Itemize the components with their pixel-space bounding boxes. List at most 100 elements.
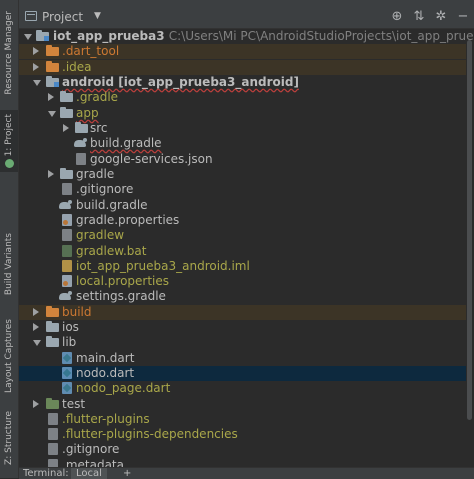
script-file-icon — [62, 229, 72, 241]
tree-item-dart-tool[interactable]: .dart_tool — [19, 44, 470, 59]
tree-item-iml[interactable]: iot_app_prueba3_android.iml — [19, 259, 470, 274]
settings-gear-icon[interactable]: ✲ — [433, 9, 449, 25]
tree-item-label: android [iot_app_prueba3_android] — [62, 75, 299, 89]
tree-item-flutter-plugins-dependencies[interactable]: .flutter-plugins-dependencies — [19, 427, 470, 442]
tree-item-label: iot_app_prueba3 — [53, 29, 165, 43]
tree-item-root-gitignore[interactable]: .gitignore — [19, 442, 470, 457]
collapse-all-icon[interactable]: ⇅ — [411, 9, 427, 25]
hide-minus-icon[interactable]: − — [455, 9, 471, 25]
tree-item-label: .flutter-plugins-dependencies — [62, 427, 238, 441]
side-tab-resource-manager[interactable]: Resource Manager — [0, 11, 18, 95]
tree-item-src[interactable]: src — [19, 121, 470, 136]
side-tab-label: Layout Captures — [4, 319, 14, 393]
side-tab-label: Z: Structure — [4, 411, 14, 465]
tree-item-idea[interactable]: .idea — [19, 60, 470, 75]
project-panel-header: Project ▼ ⊕ ⇅ ✲ − — [19, 6, 474, 29]
file-icon — [48, 459, 58, 467]
tree-item-android-build-gradle[interactable]: build.gradle — [19, 198, 470, 213]
tree-item-nodo-dart[interactable]: nodo.dart — [19, 366, 470, 381]
tree-item-label: local.properties — [76, 274, 170, 288]
tree-item-label: gradlew.bat — [76, 244, 147, 258]
expand-arrow-icon[interactable] — [33, 323, 39, 331]
tree-item-gradle[interactable]: gradle — [19, 167, 470, 182]
tree-item-app-build-gradle[interactable]: build.gradle — [19, 136, 470, 151]
tree-item-gradle-dir[interactable]: .gradle — [19, 90, 470, 105]
expand-arrow-icon[interactable] — [33, 63, 39, 71]
tree-item-settings-gradle[interactable]: settings.gradle — [19, 289, 470, 304]
side-tab-project[interactable]: 1: Project — [0, 110, 18, 172]
panel-title[interactable]: Project — [42, 10, 83, 24]
dart-file-icon — [62, 367, 72, 379]
tree-item-path: C:\Users\Mi PC\AndroidStudioProjects\iot… — [168, 29, 474, 43]
tree-item-label: .gitignore — [62, 442, 120, 456]
terminal-tab-bar: Terminal: Local + — [19, 467, 474, 479]
tree-item-ios[interactable]: ios — [19, 320, 470, 335]
expand-arrow-icon[interactable] — [48, 93, 54, 101]
tree-item-label: test — [62, 397, 86, 411]
tree-item-android[interactable]: android [iot_app_prueba3_android] — [19, 75, 470, 90]
tree-item-label: google-services.json — [90, 152, 213, 166]
properties-file-icon — [62, 214, 72, 226]
side-tab-label: 1: Project — [4, 113, 14, 157]
tree-item-main-dart[interactable]: main.dart — [19, 351, 470, 366]
excluded-folder-icon — [60, 107, 73, 118]
gitignore-file-icon — [48, 443, 58, 455]
gradle-elephant-icon — [59, 200, 73, 210]
expand-arrow-icon[interactable] — [63, 124, 69, 132]
folder-icon — [46, 321, 59, 332]
tree-item-root[interactable]: iot_app_prueba3 C:\Users\Mi PC\AndroidSt… — [19, 29, 474, 44]
tree-item-label: .dart_tool — [62, 44, 120, 58]
tree-item-build[interactable]: build — [19, 305, 470, 320]
tree-item-gradle-properties[interactable]: gradle.properties — [19, 213, 470, 228]
tree-item-label: .flutter-plugins — [62, 412, 150, 426]
tree-item-gradlew[interactable]: gradlew — [19, 228, 470, 243]
terminal-label[interactable]: Terminal: — [23, 468, 69, 479]
side-tab-label: Resource Manager — [4, 11, 14, 95]
side-tab-build-variants[interactable]: Build Variants — [0, 233, 18, 295]
android-module-folder-icon — [46, 76, 59, 87]
expand-arrow-icon[interactable] — [33, 308, 39, 316]
tree-item-gradlew-bat[interactable]: gradlew.bat — [19, 244, 470, 259]
tree-item-label: src — [90, 121, 108, 135]
add-terminal-button[interactable]: + — [123, 468, 131, 479]
tree-item-metadata[interactable]: .metadata — [19, 458, 470, 467]
dropdown-caret-icon[interactable]: ▼ — [94, 11, 101, 21]
tree-item-lib[interactable]: lib — [19, 335, 470, 350]
tree-item-android-gitignore[interactable]: .gitignore — [19, 182, 470, 197]
expand-arrow-icon[interactable] — [33, 340, 41, 346]
tree-item-label: build.gradle — [90, 136, 162, 150]
tree-item-label: settings.gradle — [76, 289, 166, 303]
expand-arrow-icon[interactable] — [33, 47, 39, 55]
tree-item-test[interactable]: test — [19, 397, 470, 412]
file-icon — [48, 428, 58, 440]
locate-target-icon[interactable]: ⊕ — [389, 9, 405, 25]
scrollbar-thumb[interactable] — [467, 40, 472, 420]
iml-file-icon — [62, 260, 72, 272]
expand-arrow-icon[interactable] — [48, 170, 54, 178]
expand-arrow-icon[interactable] — [33, 400, 39, 408]
json-file-icon — [76, 153, 86, 165]
folder-icon — [46, 336, 59, 347]
tree-item-local-properties[interactable]: local.properties — [19, 274, 470, 289]
tree-item-google-services[interactable]: google-services.json — [19, 152, 470, 167]
expand-arrow-icon[interactable] — [24, 34, 32, 40]
android-icon — [4, 159, 14, 169]
excluded-folder-icon — [46, 306, 59, 317]
tree-item-label: gradle — [76, 167, 115, 181]
side-tab-layout-captures[interactable]: Layout Captures — [0, 319, 18, 393]
tree-item-label: app — [76, 106, 99, 120]
module-folder-icon — [36, 30, 49, 41]
tree-item-flutter-plugins[interactable]: .flutter-plugins — [19, 412, 470, 427]
terminal-tab-local[interactable]: Local — [71, 468, 107, 479]
dart-file-icon — [62, 382, 72, 394]
expand-arrow-icon[interactable] — [33, 80, 41, 86]
side-tab-structure[interactable]: Z: Structure — [0, 410, 18, 466]
tree-item-label: gradle.properties — [76, 213, 180, 227]
test-folder-icon — [46, 398, 59, 409]
tree-item-nodo-page-dart[interactable]: nodo_page.dart — [19, 381, 470, 396]
expand-arrow-icon[interactable] — [48, 111, 56, 117]
properties-file-icon — [62, 275, 72, 287]
tree-scrollbar[interactable] — [466, 40, 473, 420]
tree-item-label: iot_app_prueba3_android.iml — [76, 259, 250, 273]
tree-item-app[interactable]: app — [19, 106, 470, 121]
